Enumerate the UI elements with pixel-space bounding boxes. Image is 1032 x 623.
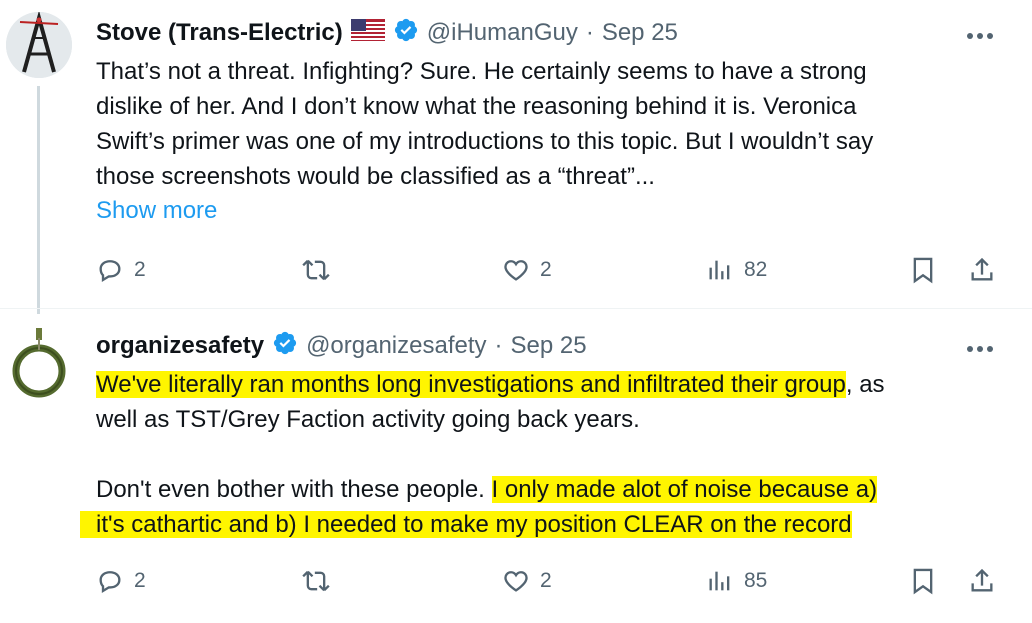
views-button[interactable]: 85 bbox=[706, 567, 767, 595]
retweet-icon bbox=[302, 259, 330, 281]
like-button[interactable]: 2 bbox=[502, 567, 552, 595]
reply-icon bbox=[99, 571, 121, 593]
highlighted-text: I only made alot of noise because a) bbox=[491, 476, 878, 503]
separator: · bbox=[494, 331, 503, 359]
handle[interactable]: @iHumanGuy bbox=[427, 19, 578, 47]
share-button[interactable] bbox=[968, 256, 996, 284]
more-icon[interactable] bbox=[966, 333, 994, 359]
reply-count: 2 bbox=[134, 258, 146, 281]
retweet-button[interactable] bbox=[300, 567, 332, 595]
tweet-text: it's cathartic and b) I needed to make m… bbox=[80, 507, 852, 542]
tweet-header: Stove (Trans-Electric) @iHumanGuy · Sep … bbox=[96, 17, 678, 48]
tweet-header: organizesafety @organizesafety · Sep 25 bbox=[96, 330, 587, 361]
tweet-text: We've literally ran months long investig… bbox=[96, 367, 885, 437]
divider bbox=[0, 308, 1032, 309]
retweet-button[interactable] bbox=[300, 256, 332, 284]
retweet-icon bbox=[302, 570, 330, 592]
reply-button[interactable]: 2 bbox=[96, 256, 146, 284]
display-name[interactable]: organizesafety bbox=[96, 332, 264, 360]
highlighted-text: We've literally ran months long investig… bbox=[96, 371, 846, 398]
separator: · bbox=[585, 18, 594, 46]
bookmark-icon bbox=[913, 568, 933, 595]
view-count: 85 bbox=[744, 569, 768, 592]
us-flag-icon bbox=[350, 19, 385, 46]
text-line: those screenshots would be classified as… bbox=[96, 163, 655, 190]
show-more-link[interactable]: Show more bbox=[96, 197, 217, 225]
text-line: dislike of her. And I don’t know what th… bbox=[96, 93, 857, 120]
bookmark-icon bbox=[913, 257, 933, 284]
handle[interactable]: @organizesafety bbox=[306, 332, 486, 360]
reply-icon bbox=[99, 260, 121, 282]
text-line: well as TST/Grey Faction activity going … bbox=[96, 406, 640, 433]
view-count: 82 bbox=[744, 258, 768, 281]
text-line: it's cathartic and b) I needed to make m… bbox=[80, 507, 852, 542]
thread-line bbox=[37, 86, 40, 314]
text-line: Don't even bother with these people. I o… bbox=[96, 472, 878, 507]
text-line: We've literally ran months long investig… bbox=[96, 367, 885, 402]
text-line: Swift’s primer was one of my introductio… bbox=[96, 128, 874, 155]
avatar[interactable] bbox=[9, 328, 69, 400]
like-icon bbox=[504, 571, 528, 592]
tweet-text: Don't even bother with these people. I o… bbox=[96, 472, 878, 507]
like-count: 2 bbox=[540, 258, 552, 281]
verified-badge-icon bbox=[272, 330, 298, 361]
verified-badge-icon bbox=[393, 17, 419, 48]
share-button[interactable] bbox=[968, 567, 996, 595]
like-button[interactable]: 2 bbox=[502, 256, 552, 284]
timestamp[interactable]: Sep 25 bbox=[602, 19, 678, 47]
text-line: That’s not a threat. Infighting? Sure. H… bbox=[96, 58, 867, 85]
text-segment: Don't even bother with these people. bbox=[96, 476, 492, 503]
share-icon bbox=[971, 257, 993, 281]
tweet-text: That’s not a threat. Infighting? Sure. H… bbox=[96, 54, 873, 194]
like-icon bbox=[504, 260, 528, 281]
reply-count: 2 bbox=[134, 569, 146, 592]
timestamp[interactable]: Sep 25 bbox=[511, 332, 587, 360]
views-icon bbox=[709, 571, 730, 591]
highlighted-text: it's cathartic and b) I needed to make m… bbox=[80, 511, 852, 538]
more-icon[interactable] bbox=[966, 20, 994, 46]
reply-button[interactable]: 2 bbox=[96, 567, 146, 595]
views-button[interactable]: 82 bbox=[706, 256, 767, 284]
views-icon bbox=[709, 260, 730, 280]
display-name[interactable]: Stove (Trans-Electric) bbox=[96, 19, 343, 47]
like-count: 2 bbox=[540, 569, 552, 592]
bookmark-button[interactable] bbox=[910, 256, 936, 284]
text-segment: , as bbox=[845, 371, 885, 398]
avatar[interactable] bbox=[6, 12, 72, 78]
share-icon bbox=[971, 568, 993, 592]
bookmark-button[interactable] bbox=[910, 567, 936, 595]
